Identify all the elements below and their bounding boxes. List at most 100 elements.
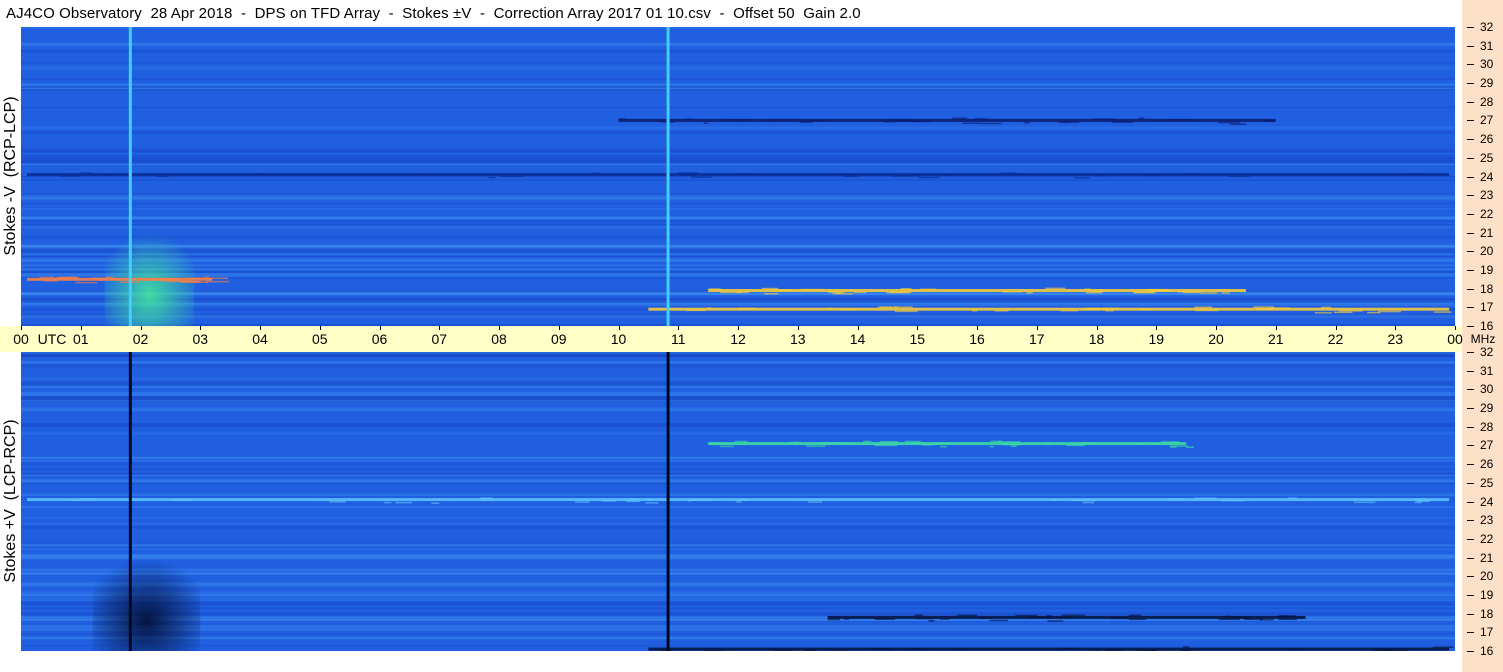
emission-speckle — [840, 442, 853, 445]
emission-speckle — [764, 119, 782, 122]
emission-speckle — [112, 278, 122, 280]
emission-speckle — [1353, 501, 1376, 504]
mhz-tick-label-plus-v: 23 — [1480, 513, 1494, 528]
heatmap-texture-line — [21, 568, 1455, 572]
mhz-tick-label-minus-v: 31 — [1480, 38, 1494, 53]
emission-speckle — [1078, 442, 1099, 444]
mhz-tick-label-minus-v: 19 — [1480, 262, 1494, 277]
emission-speckle — [1218, 121, 1241, 124]
emission-speckle — [1132, 443, 1143, 445]
emission-speckle — [1128, 614, 1142, 617]
emission-speckle — [844, 618, 850, 620]
emission-speckle — [71, 499, 83, 502]
time-tick — [1097, 326, 1098, 330]
emission-speckle — [842, 308, 855, 311]
emission-speckle — [1102, 307, 1119, 309]
emission-speckle — [922, 444, 935, 446]
emission-speckle — [1339, 310, 1363, 312]
heatmap-texture-line — [21, 126, 1455, 130]
mhz-tick-minus-v — [1467, 270, 1474, 271]
emission-speckle — [972, 310, 978, 312]
mhz-tick-label-plus-v: 32 — [1480, 345, 1494, 359]
mhz-tick-minus-v — [1467, 326, 1474, 327]
mhz-tick-minus-v — [1467, 177, 1474, 178]
mhz-tick-label-minus-v: 25 — [1480, 150, 1494, 165]
emission-speckle — [53, 278, 67, 280]
emission-speckle — [737, 498, 748, 501]
heatmap-texture-line — [21, 591, 1455, 593]
emission-speckle — [1195, 309, 1219, 312]
emission-speckle — [891, 175, 911, 177]
heatmap-texture-line — [21, 179, 1455, 181]
heatmap-texture-line — [21, 27, 1455, 29]
time-tick — [439, 326, 440, 330]
emission-speckle — [691, 176, 712, 178]
time-tick-label: 18 — [1088, 331, 1105, 347]
emission-speckle — [877, 306, 899, 308]
emission-speckle — [827, 618, 840, 621]
emission-speckle — [677, 172, 699, 174]
emission-speckle — [685, 118, 694, 120]
emission-speckle — [1052, 499, 1058, 502]
emission-speckle — [807, 119, 827, 122]
time-tick — [917, 326, 918, 330]
emission-speckle — [1045, 287, 1066, 290]
vertical-marker-line — [128, 352, 132, 651]
emission-speckle — [1071, 499, 1096, 502]
emission-speckle — [915, 617, 934, 620]
mhz-tick-minus-v — [1467, 233, 1474, 234]
heatmap-texture-line — [21, 593, 1455, 597]
mhz-tick-plus-v — [1467, 651, 1474, 652]
emission-speckle — [1002, 291, 1023, 293]
emission-speckle — [1161, 441, 1180, 443]
emission-speckle — [626, 500, 641, 503]
emission-speckle — [764, 293, 779, 295]
heatmap-texture-line — [21, 259, 1455, 262]
emission-speckle — [828, 291, 845, 293]
emission-speckle — [912, 120, 930, 123]
emission-speckle — [1287, 648, 1296, 650]
heatmap-texture-line — [21, 145, 1455, 147]
mhz-tick-plus-v — [1467, 595, 1474, 596]
emission-speckle — [619, 118, 625, 120]
time-tick — [1276, 326, 1277, 330]
mhz-tick-plus-v — [1467, 539, 1474, 540]
emission-speckle — [874, 444, 898, 447]
time-tick — [1455, 326, 1456, 330]
emission-speckle — [203, 276, 210, 279]
heatmap-texture-line — [21, 353, 1455, 357]
emission-speckle — [819, 442, 843, 444]
emission-speckle — [1432, 646, 1454, 648]
mhz-tick-label-plus-v: 17 — [1480, 625, 1494, 640]
heatmap-texture-line — [21, 461, 1455, 464]
emission-speckle — [1046, 615, 1052, 617]
heatmap-texture-line — [21, 526, 1455, 529]
emission-speckle — [80, 172, 91, 174]
vertical-marker-line — [666, 352, 670, 651]
time-tick-label: 23 — [1387, 331, 1404, 347]
emission-speckle — [211, 277, 228, 279]
emission-speckle — [737, 307, 756, 310]
emission-speckle — [1110, 617, 1128, 620]
time-tick — [858, 326, 859, 330]
heatmap-texture-line — [21, 251, 1455, 254]
heatmap-texture-line — [21, 546, 1455, 548]
mhz-tick-label-minus-v: 30 — [1480, 57, 1494, 72]
mhz-tick-minus-v — [1467, 64, 1474, 65]
emission-speckle — [1288, 497, 1298, 499]
emission-speckle — [416, 173, 424, 175]
heatmap-texture-line — [21, 493, 1455, 496]
emission-speckle — [1047, 620, 1064, 622]
emission-speckle — [1084, 288, 1091, 290]
heatmap-texture-line — [21, 224, 1455, 226]
time-tick-label: 21 — [1267, 331, 1284, 347]
emission-speckle — [1133, 291, 1156, 294]
emission-speckle — [384, 501, 392, 504]
time-tick-label: 16 — [969, 331, 985, 347]
emission-speckle — [825, 307, 833, 310]
emission-speckle — [329, 501, 346, 503]
spectrogram-plus-v — [21, 352, 1455, 651]
heatmap-texture-line — [21, 66, 1455, 70]
heatmap-texture-line — [21, 268, 1455, 270]
emission-speckle — [1229, 175, 1250, 178]
